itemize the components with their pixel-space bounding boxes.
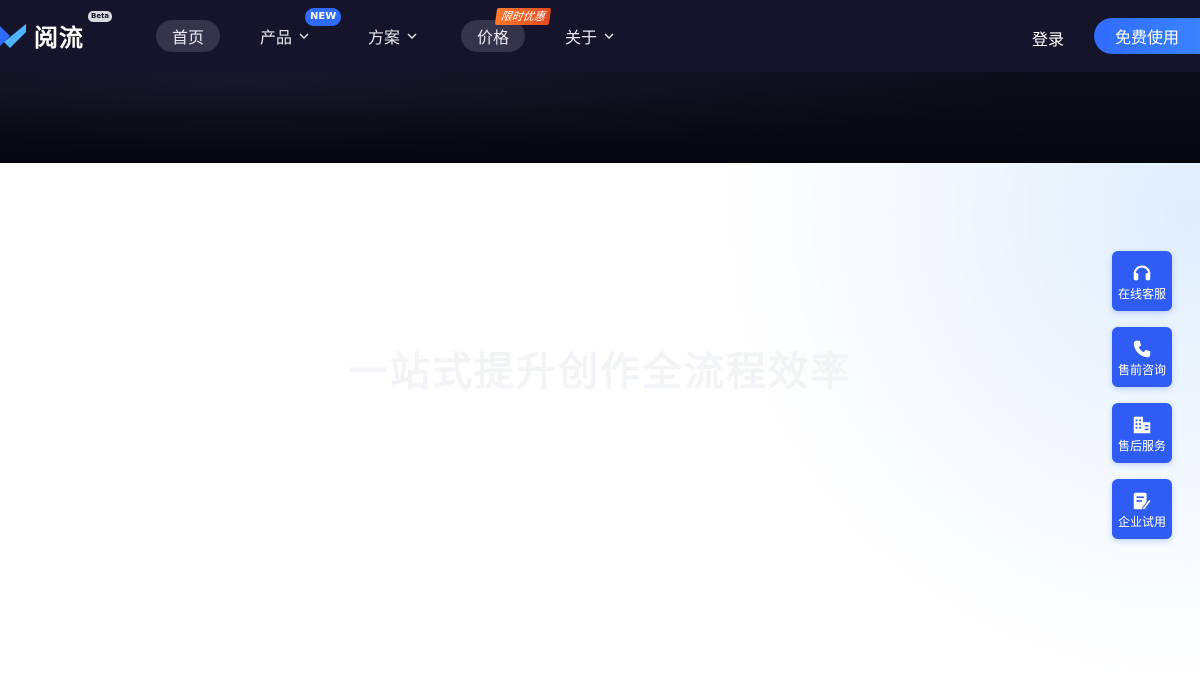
nav-item-home[interactable]: 首页 [156,20,221,52]
side-button-label: 售前咨询 [1117,362,1166,377]
hero-headline: 一站式提升创作全流程效率 [348,348,852,395]
main-section: 一站式提升创作全流程效率 [0,163,1200,675]
nav-item-label: 首页 [172,28,205,47]
side-button-label: 企业试用 [1117,514,1166,529]
promo-badge: 限时优惠 [494,8,552,25]
headset-icon [1133,265,1151,280]
chevron-down-icon [407,33,417,39]
nav-item-label: 方案 [368,28,401,47]
nav-item-about[interactable]: 关于 [565,20,615,52]
login-link[interactable]: 登录 [1032,26,1064,50]
edit-document-icon [1133,492,1152,510]
chevron-down-icon [299,33,309,39]
chevron-down-icon [604,33,614,39]
nav-item-label: 关于 [565,28,598,47]
hero-glow [0,72,1200,163]
presales-consult-button[interactable]: 售前咨询 [1112,327,1172,387]
nav-item-label: 产品 [260,28,293,47]
logo[interactable]: 阅流 Beta [0,11,113,52]
new-badge: NEW [305,8,342,26]
side-button-label: 售后服务 [1117,438,1166,453]
after-sales-button[interactable]: 售后服务 [1112,403,1172,463]
page: 阅流 Beta 首页 产品 NEW 方案 价格 限时优惠 关于 登录 免费使用 … [0,0,1200,675]
brand-name: 阅流 [34,23,84,52]
enterprise-trial-button[interactable]: 企业试用 [1112,479,1172,539]
beta-badge: Beta [88,11,113,22]
top-navbar: 阅流 Beta 首页 产品 NEW 方案 价格 限时优惠 关于 登录 免费使用 [0,0,1200,72]
nav-item-solutions[interactable]: 方案 [368,20,418,52]
building-icon [1133,416,1151,433]
nav-item-label: 价格 [477,28,510,47]
online-support-button[interactable]: 在线客服 [1112,251,1172,311]
logo-mark-icon [0,24,26,48]
free-trial-button[interactable]: 免费使用 [1094,18,1200,54]
nav-item-products[interactable]: 产品 [260,20,310,52]
phone-icon [1133,340,1151,357]
side-button-label: 在线客服 [1117,286,1166,301]
